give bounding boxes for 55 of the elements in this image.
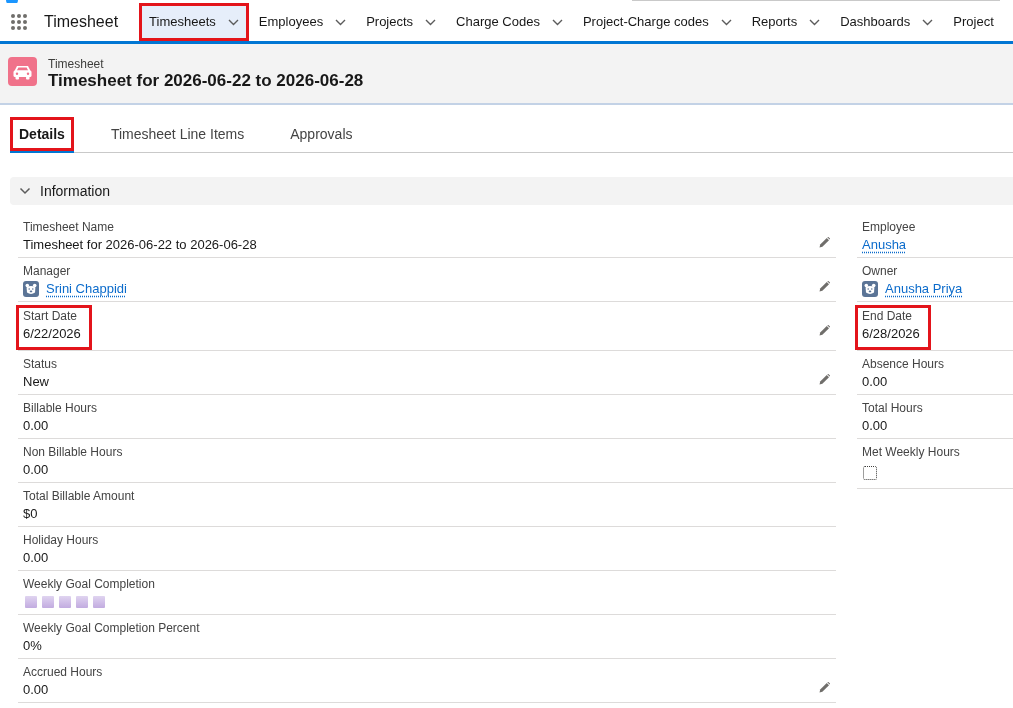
bear-avatar-icon — [23, 281, 39, 297]
record-tab[interactable]: Timesheet Line Items — [101, 117, 254, 153]
nav-tab[interactable]: Timesheets — [139, 3, 249, 41]
section-header[interactable]: Information — [10, 177, 1013, 205]
object-type-label: Timesheet — [48, 57, 104, 71]
rating-square-icon — [42, 596, 54, 608]
bear-avatar-icon — [862, 281, 878, 297]
field-label: Total Billable Amount — [23, 488, 135, 504]
pencil-icon[interactable] — [819, 374, 830, 385]
pencil-icon[interactable] — [819, 682, 830, 693]
field-value: 0.00 — [862, 373, 888, 391]
field-label: Accrued Hours — [23, 664, 103, 680]
checkbox[interactable] — [863, 466, 877, 480]
rating-square-icon — [25, 596, 37, 608]
field-label: Manager — [23, 263, 71, 279]
field-label: Employee — [862, 219, 916, 235]
field-value: 0.00 — [23, 681, 49, 699]
user-link[interactable]: Srini Chappidi — [46, 281, 127, 297]
field-value: 6/28/2026 — [862, 325, 920, 343]
record-tab[interactable]: Details — [10, 117, 74, 153]
field-label: End Date — [862, 308, 913, 324]
field-label: Start Date — [23, 308, 78, 324]
rating-square-icon — [76, 596, 88, 608]
app-launcher-icon[interactable] — [10, 13, 28, 31]
record-title: Timesheet for 2026-06-22 to 2026-06-28 — [48, 71, 364, 91]
field-value: 0.00 — [23, 549, 49, 567]
field-label: Met Weekly Hours — [862, 444, 960, 460]
field-label: Weekly Goal Completion Percent — [23, 620, 200, 636]
user-link[interactable]: Anusha Priya — [885, 281, 963, 297]
field-label: Owner — [862, 263, 898, 279]
rating-square-icon — [59, 596, 71, 608]
field-value: 0.00 — [23, 461, 49, 479]
field-value: 0% — [23, 637, 42, 655]
field-label: Weekly Goal Completion — [23, 576, 155, 592]
field-label: Absence Hours — [862, 356, 945, 372]
field-label: Status — [23, 356, 58, 372]
field-value: $0 — [23, 505, 38, 523]
field-value: 0.00 — [862, 417, 888, 435]
field-value: New — [23, 373, 49, 391]
pencil-icon[interactable] — [819, 325, 830, 336]
field-label: Timesheet Name — [23, 219, 114, 235]
field-label: Non Billable Hours — [23, 444, 123, 460]
pencil-icon[interactable] — [819, 237, 830, 248]
record-link[interactable]: Anusha — [862, 237, 907, 253]
rating-square-icon — [93, 596, 105, 608]
pencil-icon[interactable] — [819, 281, 830, 292]
field-label: Total Hours — [862, 400, 923, 416]
field-label: Billable Hours — [23, 400, 98, 416]
field-value: 0.00 — [23, 417, 49, 435]
car-icon — [8, 57, 37, 86]
field-value: 6/22/2026 — [23, 325, 81, 343]
record-tab[interactable]: Approvals — [281, 117, 362, 153]
field-value: Timesheet for 2026-06-22 to 2026-06-28 — [23, 236, 257, 254]
app-name: Timesheet — [44, 12, 119, 32]
field-label: Holiday Hours — [23, 532, 99, 548]
